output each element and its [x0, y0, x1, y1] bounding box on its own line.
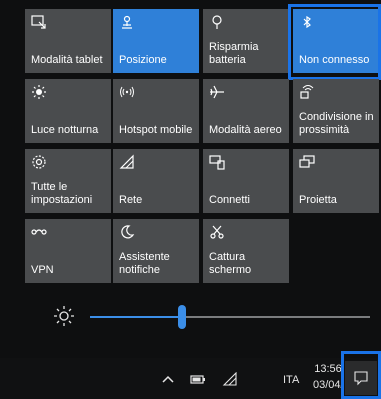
brightness-icon	[52, 304, 76, 328]
location-icon	[119, 14, 135, 30]
tile-luce-notturna[interactable]: Luce notturna	[25, 79, 111, 143]
tile-posizione[interactable]: Posizione	[113, 9, 199, 73]
tile-proietta[interactable]: Proietta	[293, 149, 379, 213]
tile-label: Luce notturna	[31, 124, 99, 136]
language-indicator[interactable]: ITA	[283, 374, 299, 386]
tile-label: Risparmia batteria	[209, 41, 259, 66]
tile-modalita-tablet[interactable]: Modalità tablet	[25, 9, 111, 73]
brightness-slider-thumb[interactable]	[178, 305, 186, 329]
tile-label: Hotspot mobile	[119, 124, 193, 136]
tile-label: Modalità tablet	[31, 54, 103, 66]
tile-label: Posizione	[119, 54, 167, 66]
bluetooth-icon	[299, 14, 315, 30]
tile-assistente-notifiche[interactable]: Assistente notifiche	[113, 219, 199, 283]
project-icon	[299, 154, 315, 170]
tile-cattura-schermo[interactable]: Cattura schermo	[203, 219, 289, 283]
network-icon	[119, 154, 135, 170]
network-icon[interactable]	[222, 372, 238, 386]
airplane-icon	[209, 84, 225, 100]
battery-saver-icon	[209, 14, 225, 30]
tile-tutte-impostazioni[interactable]: Tutte le impostazioni	[25, 149, 111, 213]
tile-hotspot-mobile[interactable]: Hotspot mobile	[113, 79, 199, 143]
tile-bluetooth[interactable]: Non connesso	[293, 9, 379, 73]
nearby-share-icon	[299, 84, 315, 100]
tile-modalita-aereo[interactable]: Modalità aereo	[203, 79, 289, 143]
night-light-icon	[31, 84, 47, 100]
tile-connetti[interactable]: Connetti	[203, 149, 289, 213]
connect-icon	[209, 154, 225, 170]
tile-condivisione-prossimita[interactable]: Condivisione in prossimità	[293, 79, 379, 143]
brightness-slider-fill	[90, 316, 182, 318]
tile-label: Assistente notifiche	[119, 251, 170, 276]
tile-label: Non connesso	[299, 54, 370, 66]
battery-icon[interactable]	[190, 372, 206, 386]
tile-risparmia-batteria[interactable]: Risparmia batteria	[203, 9, 289, 73]
clock-time[interactable]: 13:56	[313, 363, 343, 375]
vpn-icon	[31, 224, 47, 240]
mobile-hotspot-icon	[119, 84, 135, 100]
focus-assist-icon	[119, 224, 135, 240]
tile-label: Connetti	[209, 194, 250, 206]
tile-label: Condivisione in prossimità	[299, 111, 374, 136]
tile-label: VPN	[31, 264, 54, 276]
settings-icon	[31, 154, 47, 170]
tile-label: Cattura schermo	[209, 251, 252, 276]
tile-label: Modalità aereo	[209, 124, 282, 136]
action-center-highlight	[341, 351, 381, 399]
tablet-mode-icon	[31, 14, 47, 30]
screen-snip-icon	[209, 224, 225, 240]
tile-label: Proietta	[299, 194, 337, 206]
tile-label: Tutte le impostazioni	[31, 181, 93, 206]
tile-vpn[interactable]: VPN	[25, 219, 111, 283]
tile-rete[interactable]: Rete	[113, 149, 199, 213]
chevron-up-icon[interactable]	[160, 372, 176, 386]
tile-label: Rete	[119, 194, 143, 206]
